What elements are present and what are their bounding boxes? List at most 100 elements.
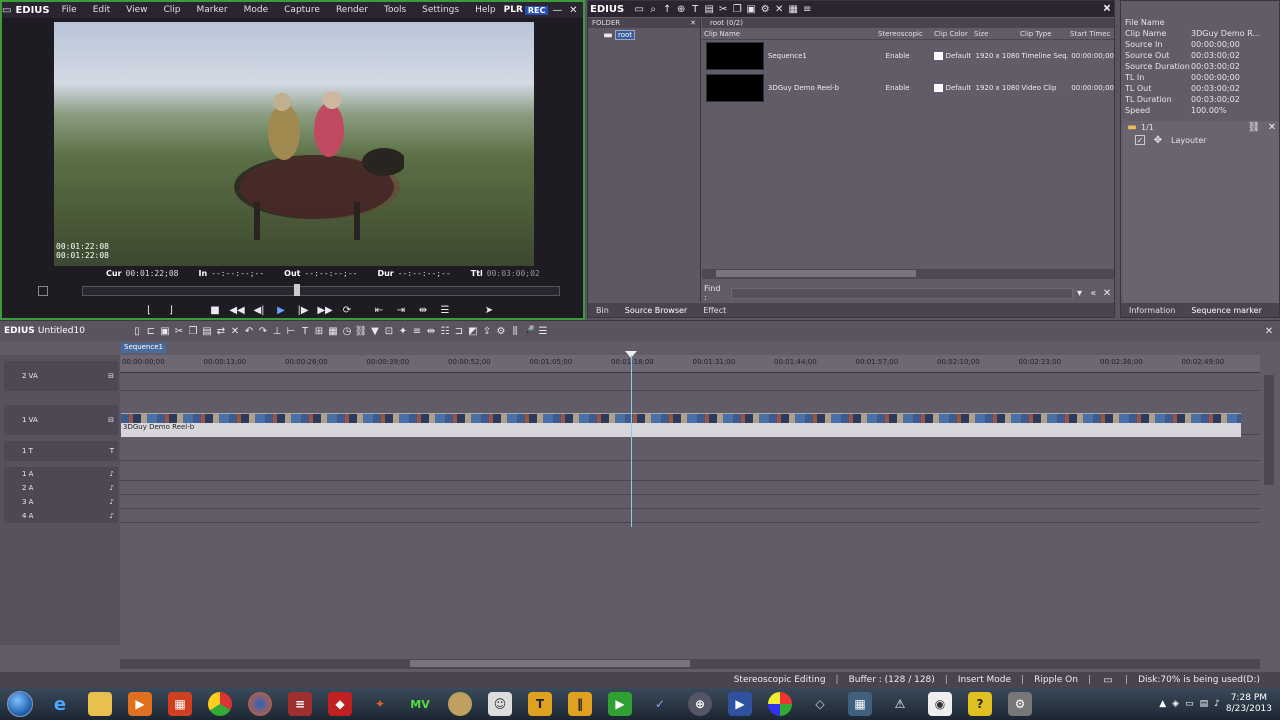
track-header[interactable]: 2 VA ⊟ — [4, 361, 118, 391]
track-header[interactable]: 3 A ♪ — [4, 495, 118, 509]
track-lane[interactable] — [120, 467, 1260, 481]
tray-network-icon[interactable]: ▤ — [1200, 699, 1209, 709]
audio-track-icon[interactable]: ♪ — [110, 498, 114, 506]
plr-label[interactable]: PLR — [504, 5, 523, 15]
export-icon[interactable]: ⇪ — [480, 324, 494, 338]
delete-icon[interactable]: ✕ — [228, 324, 242, 338]
sequence-tab[interactable]: Sequence1 — [121, 343, 166, 353]
header-clip-type[interactable]: Clip Type — [1020, 30, 1070, 38]
menu-mode[interactable]: Mode — [236, 5, 277, 15]
taskbar-app-5[interactable]: ☺ — [480, 689, 520, 719]
taskbar-app-17[interactable]: ? — [960, 689, 1000, 719]
tab-bin[interactable]: Bin — [588, 306, 617, 315]
folder-close-icon[interactable]: ✕ — [690, 19, 696, 27]
video-clip-thumbnails[interactable] — [121, 413, 1241, 423]
taskbar-app-16[interactable]: ◉ — [920, 689, 960, 719]
header-start-timecode[interactable]: Start Timec — [1070, 30, 1110, 38]
fast-forward-icon[interactable]: ▶▶ — [317, 303, 332, 317]
paste-icon[interactable]: ▣ — [744, 2, 758, 16]
group-icon[interactable]: ⊡ — [382, 324, 396, 338]
taskbar-app-6[interactable]: T — [520, 689, 560, 719]
taskbar-media[interactable]: ▶ — [120, 689, 160, 719]
tray-volume-icon[interactable]: ♪ — [1214, 699, 1220, 709]
link-icon[interactable]: ⛓ — [354, 324, 368, 338]
menu-capture[interactable]: Capture — [276, 5, 328, 15]
timeline-vscroll[interactable] — [1264, 375, 1274, 485]
sync-icon[interactable]: ☷ — [438, 324, 452, 338]
menu-help[interactable]: Help — [467, 5, 504, 15]
title-icon[interactable]: T — [688, 2, 702, 16]
redo-icon[interactable]: ↷ — [256, 324, 270, 338]
track-header[interactable]: 1 T T — [4, 441, 118, 461]
taskbar-mv[interactable]: MV — [400, 689, 440, 719]
cut-icon[interactable]: ✂ — [172, 324, 186, 338]
bin-scrollbar[interactable] — [702, 269, 1114, 279]
windows-orb-icon[interactable] — [7, 691, 33, 717]
search-icon[interactable]: ⌕ — [646, 2, 660, 16]
audio-track-icon[interactable]: ♪ — [110, 512, 114, 520]
cut-icon[interactable]: ✂ — [716, 2, 730, 16]
find-dropdown-icon[interactable]: ▾ — [1073, 286, 1087, 300]
menu-view[interactable]: View — [118, 5, 155, 15]
replace-icon[interactable]: ⇄ — [214, 324, 228, 338]
menu-icon[interactable]: ☰ — [536, 324, 550, 338]
shuttle-icon[interactable] — [38, 286, 48, 296]
track-lane[interactable] — [120, 361, 1260, 391]
loop-icon[interactable]: ⟳ — [340, 303, 354, 317]
new-sequence-icon[interactable]: ▯ — [130, 324, 144, 338]
taskbar-app-4[interactable] — [440, 689, 480, 719]
copy-icon[interactable]: ❐ — [730, 2, 744, 16]
timeline-hscroll[interactable] — [120, 659, 1260, 669]
render-icon[interactable]: ◩ — [466, 324, 480, 338]
tray-display-icon[interactable]: ▭ — [1185, 699, 1194, 709]
taskbar-chrome[interactable] — [200, 689, 240, 719]
menu-tools[interactable]: Tools — [376, 5, 414, 15]
layouter-item[interactable]: ✓ ✥ Layouter — [1123, 133, 1279, 147]
tray-app-icon[interactable]: ◈ — [1172, 699, 1179, 709]
delete-icon[interactable]: ✕ — [772, 2, 786, 16]
track-header[interactable]: 1 VA ⊟ — [4, 405, 118, 435]
bin-window-close-icon[interactable]: ✕ — [1100, 1, 1114, 15]
track-header[interactable]: 1 A ♪ — [4, 467, 118, 481]
snap-icon[interactable]: ⊐ — [452, 324, 466, 338]
taskbar-app-18[interactable]: ⚙ — [1000, 689, 1040, 719]
menu-edit[interactable]: Edit — [85, 5, 118, 15]
header-stereoscopic[interactable]: Stereoscopic — [878, 30, 934, 38]
menu-clip[interactable]: Clip — [156, 5, 189, 15]
taskbar-firefox[interactable] — [240, 689, 280, 719]
taskbar-app-13[interactable]: ◇ — [800, 689, 840, 719]
new-bin-icon[interactable]: ⊕ — [674, 2, 688, 16]
trim-icon[interactable]: ⊢ — [284, 324, 298, 338]
start-button[interactable] — [0, 688, 40, 720]
split-icon[interactable]: ⊥ — [270, 324, 284, 338]
video-clip[interactable]: 3DGuy Demo Reel-b — [121, 423, 1241, 437]
ripple-icon[interactable]: ⇹ — [424, 324, 438, 338]
properties-icon[interactable]: ⚙ — [758, 2, 772, 16]
track-lane[interactable] — [120, 495, 1260, 509]
list-view-icon[interactable]: ≡ — [800, 2, 814, 16]
video-track-icon[interactable]: ⊟ — [108, 416, 114, 424]
step-forward-icon[interactable]: |▶ — [296, 303, 310, 317]
open-icon[interactable]: ⊏ — [144, 324, 158, 338]
taskbar-ie[interactable]: e — [40, 689, 80, 719]
up-icon[interactable]: ↑ — [660, 2, 674, 16]
clip-row[interactable]: 3DGuy Demo Reel-b Enable Default 1920 x … — [702, 72, 1114, 104]
mixer-sliders-icon[interactable]: ⫼ — [508, 324, 522, 338]
close-icon[interactable]: ✕ — [566, 3, 580, 17]
taskbar-app-8[interactable]: ▶ — [600, 689, 640, 719]
folder-root[interactable]: ▬ root — [603, 30, 700, 41]
checkbox-icon[interactable]: ✓ — [1135, 135, 1145, 145]
menu-marker[interactable]: Marker — [189, 5, 236, 15]
taskbar-app-14[interactable]: ▦ — [840, 689, 880, 719]
root-label[interactable]: root — [615, 30, 636, 40]
audio-track-icon[interactable]: ♪ — [110, 470, 114, 478]
track-header[interactable]: 4 A ♪ — [4, 509, 118, 523]
playhead[interactable] — [631, 355, 632, 527]
save-icon[interactable]: ▣ — [158, 324, 172, 338]
edius-app-icon[interactable]: ▭ — [2, 3, 11, 17]
tab-source-browser[interactable]: Source Browser — [617, 306, 695, 315]
status-ripple[interactable]: Ripple On — [1034, 675, 1078, 685]
overwrite-icon[interactable]: ⇥ — [394, 303, 408, 317]
track-lane[interactable] — [120, 509, 1260, 523]
effect-icon[interactable]: ✦ — [396, 324, 410, 338]
